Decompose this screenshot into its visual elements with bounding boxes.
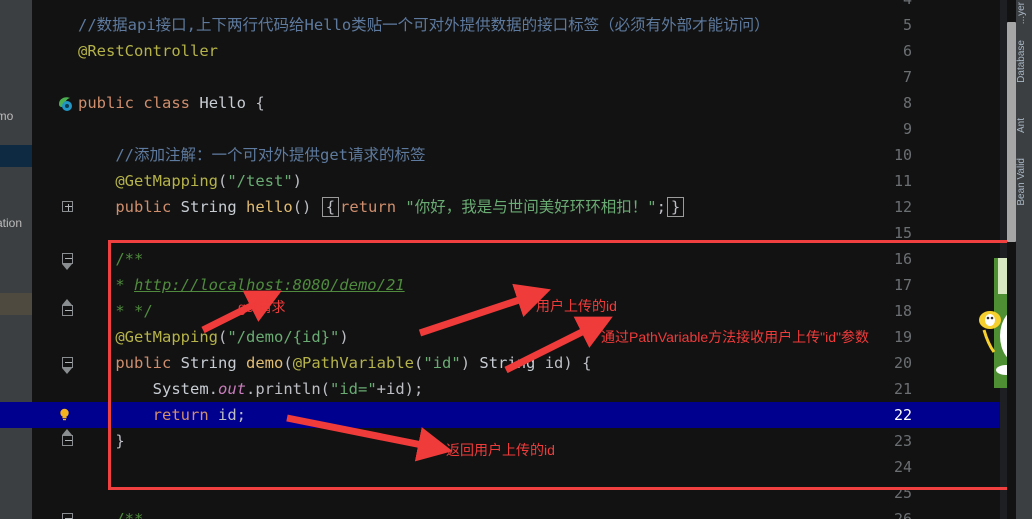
line-number: 23	[893, 432, 912, 450]
line-number: 10	[893, 146, 912, 164]
tool-window-bean-valid[interactable]: Bean Valid	[1016, 158, 1032, 206]
code-text: }	[115, 432, 125, 450]
line-number: 5	[902, 16, 912, 34]
code-text: /**	[115, 510, 144, 519]
fold-marker-minus-up[interactable]	[62, 299, 75, 318]
line-number: 26	[893, 510, 912, 519]
fold-marker-minus-down[interactable]	[62, 357, 75, 374]
code-line-25[interactable]: 25	[0, 480, 968, 506]
line-number: 20	[893, 354, 912, 372]
code-text: @RestController	[78, 42, 218, 60]
line-number: 22	[893, 406, 912, 424]
line-number: 11	[893, 172, 912, 190]
code-text: //添加注解：一个可对外提供get请求的标签	[115, 146, 426, 164]
code-text: public String hello() {return "你好，我是与世间美…	[78, 194, 685, 220]
code-text: * http://localhost:8080/demo/21	[115, 276, 405, 294]
code-line-26[interactable]: 26 /**	[0, 506, 968, 519]
line-number: 9	[902, 120, 912, 138]
line-number: 8	[902, 94, 912, 112]
annotation-note-1: 用户上传的id	[536, 298, 617, 314]
line-number: 21	[893, 380, 912, 398]
code-line-7[interactable]: 7	[0, 64, 968, 90]
tool-window-database[interactable]: Database	[1016, 40, 1032, 83]
code-text: @GetMapping("/demo/{id}")	[115, 328, 349, 346]
code-line-10[interactable]: 10 //添加注解：一个可对外提供get请求的标签	[0, 142, 968, 168]
code-line-21[interactable]: 21 System.out.println("id="+id);	[0, 376, 968, 402]
tool-window-ant[interactable]: Ant	[1016, 118, 1032, 133]
annotation-note-3: 返回用户上传的id	[446, 442, 555, 458]
fold-marker-minus-down[interactable]	[62, 513, 75, 519]
line-number: 19	[893, 328, 912, 346]
fold-marker-minus-down[interactable]	[62, 253, 75, 270]
code-line-15[interactable]: 15	[0, 220, 968, 246]
code-text: * */	[115, 302, 153, 320]
code-text: public String demo(@PathVariable("id") S…	[115, 354, 592, 372]
ide-window: emotcation 45//数据api接口,上下两行代码给Hello类贴一个可…	[0, 0, 1032, 519]
code-line-9[interactable]: 9	[0, 116, 968, 142]
annotation-note-0: get请求	[238, 299, 286, 315]
code-line-12[interactable]: 12 public String hello() {return "你好，我是与…	[0, 194, 968, 220]
tool-window--yer[interactable]: ...yer	[1016, 2, 1032, 24]
code-text: return id;	[152, 406, 246, 424]
code-line-17[interactable]: 17 * http://localhost:8080/demo/21	[0, 272, 968, 298]
line-number: 18	[893, 302, 912, 320]
line-number: 24	[893, 458, 912, 476]
line-number: 25	[893, 484, 912, 502]
code-line-11[interactable]: 11 @GetMapping("/test")	[0, 168, 968, 194]
annotation-note-2: 通过PathVariable方法接收用户上传"id"参数	[601, 329, 869, 345]
code-text: System.out.println("id="+id);	[152, 380, 424, 398]
code-text: //数据api接口,上下两行代码给Hello类贴一个可对外提供数据的接口标签（必…	[78, 16, 770, 34]
line-number: 12	[893, 198, 912, 216]
code-line-16[interactable]: 16 /**	[0, 246, 968, 272]
code-line-22[interactable]: 22 return id;	[0, 402, 1000, 428]
fold-marker-minus-up[interactable]	[62, 429, 75, 448]
editor-scrollbar-thumb[interactable]	[1007, 22, 1016, 242]
code-line-4[interactable]: 4	[0, 0, 968, 12]
code-text: @GetMapping("/test")	[115, 172, 302, 190]
line-number: 16	[893, 250, 912, 268]
spring-bean-icon[interactable]	[56, 95, 73, 112]
line-number: 17	[893, 276, 912, 294]
right-tool-strip[interactable]: ...yer Database Ant Bean Valid	[1016, 0, 1032, 519]
lightbulb-icon[interactable]	[58, 406, 71, 421]
code-line-8[interactable]: 8 public class Hello {	[0, 90, 968, 116]
code-line-18[interactable]: 18 * */	[0, 298, 968, 324]
line-number: 15	[893, 224, 912, 242]
code-line-20[interactable]: 20 public String demo(@PathVariable("id"…	[0, 350, 968, 376]
line-number: 6	[902, 42, 912, 60]
code-line-5[interactable]: 5 //数据api接口,上下两行代码给Hello类贴一个可对外提供数据的接口标签（…	[0, 12, 968, 38]
code-text: public class Hello {	[78, 94, 265, 112]
line-number: 4	[872, 0, 912, 12]
code-line-6[interactable]: 6 @RestController	[0, 38, 968, 64]
fold-marker-plus[interactable]	[62, 201, 75, 214]
line-number: 7	[902, 68, 912, 86]
code-text: /**	[115, 250, 144, 268]
